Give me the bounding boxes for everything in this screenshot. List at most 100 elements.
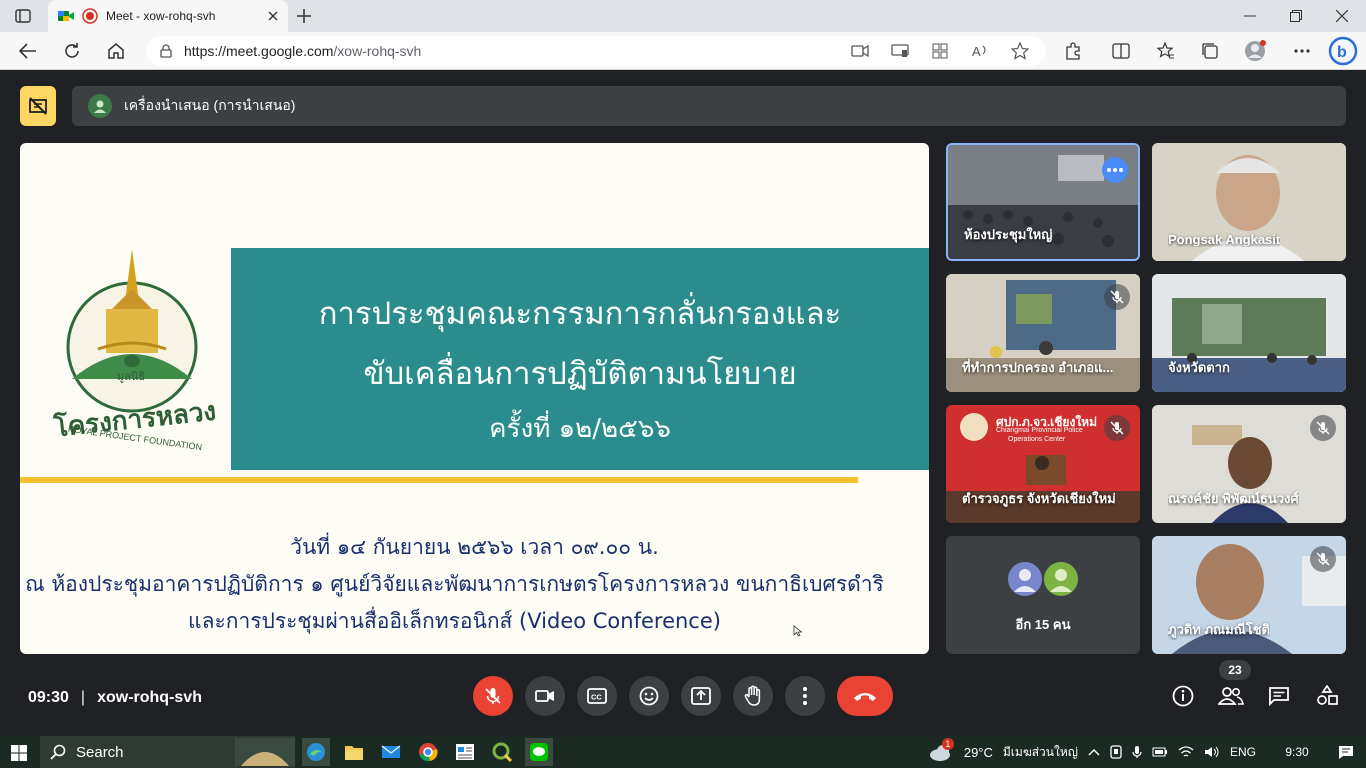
- info-icon: [1172, 685, 1194, 707]
- participant-tile[interactable]: ณรงค์ชัย พิพัฒน์ธนวงศ์: [1152, 405, 1346, 523]
- slide-divider: [20, 477, 858, 483]
- favorite-star-icon[interactable]: [1010, 42, 1030, 60]
- address-bar[interactable]: https://meet.google.com/xow-rohq-svh: [146, 36, 1046, 66]
- battery-icon[interactable]: [1152, 747, 1168, 757]
- activities-icon: [1317, 685, 1338, 705]
- device-icon[interactable]: [1110, 745, 1122, 759]
- lock-icon: [160, 44, 172, 58]
- participant-tile[interactable]: ที่ทำการปกครอง อำเภอแ...: [946, 274, 1140, 392]
- mic-off-icon: [1110, 290, 1124, 304]
- meeting-time: 09:30: [28, 689, 69, 706]
- bing-copilot-icon[interactable]: b: [1328, 36, 1358, 66]
- reactions-button[interactable]: [629, 676, 669, 716]
- browser-nav-bar: https://meet.google.com/xow-rohq-svh A b: [0, 32, 1366, 70]
- home-icon[interactable]: [106, 42, 126, 60]
- line-app-icon[interactable]: [525, 738, 553, 766]
- wifi-icon[interactable]: [1178, 746, 1194, 758]
- participant-tile[interactable]: จังหวัดตาก: [1152, 274, 1346, 392]
- more-options-button[interactable]: [785, 676, 825, 716]
- split-screen-icon[interactable]: [1111, 42, 1131, 60]
- tile-options-button[interactable]: [1102, 157, 1128, 183]
- chat-button[interactable]: [1265, 682, 1293, 710]
- tab-actions-icon[interactable]: [14, 8, 32, 24]
- windows-start-icon[interactable]: [10, 744, 28, 762]
- mail-app-icon[interactable]: [377, 738, 405, 766]
- more-menu-icon[interactable]: [1292, 42, 1312, 60]
- clock-time[interactable]: 9:30: [1272, 745, 1322, 759]
- notifications-icon[interactable]: [1338, 745, 1354, 759]
- weather-cloud-icon[interactable]: 1: [928, 738, 954, 762]
- microphone-tray-icon[interactable]: [1132, 745, 1142, 759]
- participant-tile[interactable]: ศปก.ภ.จว.เชียงใหม่ Chiangmai Provincial …: [946, 405, 1140, 523]
- svg-text:A: A: [972, 44, 981, 59]
- people-button[interactable]: [1217, 682, 1245, 710]
- edge-app-icon[interactable]: [302, 738, 330, 766]
- input-language[interactable]: ENG: [1230, 745, 1256, 759]
- minimize-icon[interactable]: [1242, 8, 1258, 24]
- mic-off-icon: [1316, 421, 1330, 435]
- activities-button[interactable]: [1313, 682, 1341, 710]
- people-icon: [1218, 687, 1244, 705]
- presentation-toggle-button[interactable]: [20, 86, 56, 126]
- tray-overflow-icon[interactable]: [1088, 748, 1100, 756]
- close-window-icon[interactable]: [1334, 8, 1350, 24]
- profile-avatar[interactable]: [1244, 40, 1268, 62]
- muted-indicator: [1310, 546, 1336, 572]
- collections-icon[interactable]: [1200, 42, 1220, 60]
- mic-off-icon: [1316, 552, 1330, 566]
- slide-conference: และการประชุมผ่านสื่ออิเล็กทรอนิกส์ (Vide…: [188, 609, 721, 633]
- captions-button[interactable]: CC: [577, 676, 617, 716]
- leave-call-button[interactable]: [837, 676, 893, 716]
- present-button[interactable]: [681, 676, 721, 716]
- participant-tile-overflow[interactable]: อีก 15 คน: [946, 536, 1140, 654]
- microphone-button[interactable]: [473, 676, 513, 716]
- mouse-cursor-icon: [793, 625, 803, 637]
- cast-icon[interactable]: [890, 42, 910, 60]
- favorites-icon[interactable]: [1156, 42, 1176, 60]
- police-sign-en2: Operations Center: [1008, 436, 1066, 443]
- meeting-details-button[interactable]: [1169, 682, 1197, 710]
- new-tab-icon[interactable]: [296, 8, 312, 24]
- url-host: https://meet.google.com: [184, 43, 334, 59]
- participant-tile[interactable]: Pongsak Angkasit: [1152, 143, 1346, 261]
- search-highlight-image: [235, 738, 295, 766]
- taskbar-search[interactable]: Search: [40, 736, 295, 768]
- muted-indicator: [1310, 415, 1336, 441]
- participant-tile[interactable]: ภูวดิท ภณมณีโชติ: [1152, 536, 1346, 654]
- muted-indicator: [1104, 284, 1130, 310]
- file-explorer-icon[interactable]: [340, 738, 368, 766]
- presenter-info: เครื่องนำเสนอ (การนำเสนอ): [72, 86, 1346, 126]
- participant-tile[interactable]: ห้องประชุมใหญ่: [946, 143, 1140, 261]
- extensions-icon[interactable]: [1063, 42, 1083, 60]
- camera-indicator-icon[interactable]: [850, 42, 870, 60]
- participant-name: ห้องประชุมใหญ่: [964, 227, 1053, 242]
- presenter-avatar: [88, 94, 112, 118]
- participant-name: Pongsak Angkasit: [1168, 232, 1281, 247]
- qgis-app-icon[interactable]: [488, 738, 516, 766]
- browser-tab-bar: Meet - xow-rohq-svh: [0, 0, 1366, 32]
- back-icon[interactable]: [18, 42, 38, 60]
- apps-icon[interactable]: [930, 42, 950, 60]
- raise-hand-button[interactable]: [733, 676, 773, 716]
- weather-description: มีเมฆส่วนใหญ่: [1002, 744, 1078, 759]
- close-tab-icon[interactable]: [268, 11, 278, 21]
- participant-name: ภูวดิท ภณมณีโชติ: [1168, 622, 1271, 637]
- police-sign-en1: Chiangmai Provincial Police: [996, 427, 1083, 434]
- chrome-app-icon[interactable]: [414, 738, 442, 766]
- browser-tab-meet[interactable]: Meet - xow-rohq-svh: [48, 0, 288, 32]
- volume-icon[interactable]: [1204, 746, 1220, 758]
- more-vert-icon: [803, 687, 807, 705]
- meeting-info-separator: |: [80, 689, 86, 706]
- news-app-icon[interactable]: [451, 738, 479, 766]
- presentation-bar: เครื่องนำเสนอ (การนำเสนอ): [20, 86, 1346, 126]
- slide-title-line2: ขับเคลื่อนการปฏิบัติตามนโยบาย: [363, 356, 797, 392]
- refresh-icon[interactable]: [62, 42, 82, 60]
- slide-title-line1: การประชุมคณะกรรมการกลั่นกรองและ: [318, 296, 842, 332]
- svg-text:CC: CC: [591, 693, 602, 702]
- restore-icon[interactable]: [1288, 8, 1304, 24]
- windows-taskbar: Search 1 29°C มีเมฆส่วนใหญ่ ENG 9:30: [0, 736, 1366, 768]
- participant-name: จังหวัดตาก: [1168, 360, 1230, 375]
- read-aloud-icon[interactable]: A: [970, 42, 990, 60]
- camera-button[interactable]: [525, 676, 565, 716]
- search-icon: [50, 744, 66, 760]
